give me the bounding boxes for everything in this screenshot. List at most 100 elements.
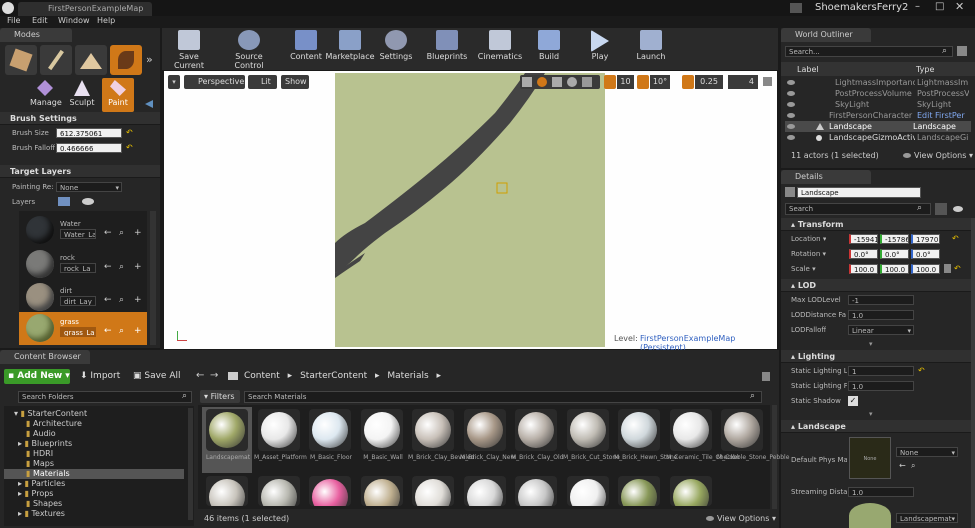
sculpt-tool[interactable]: Sculpt bbox=[67, 78, 97, 110]
search-icon[interactable]: ⌕ bbox=[182, 391, 187, 401]
save-current-button[interactable]: Save Current bbox=[164, 30, 214, 70]
rotation-z-input[interactable]: 0.0° bbox=[911, 249, 940, 259]
layer-visibility-icon[interactable] bbox=[82, 198, 94, 205]
static-shadow-checkbox[interactable]: ✓ bbox=[848, 396, 858, 406]
arrow-left-icon[interactable]: ← bbox=[104, 228, 112, 238]
landscape-section[interactable]: ▴ Landscape bbox=[781, 420, 971, 433]
brush-size-input[interactable]: 612.375061 bbox=[56, 128, 122, 138]
blueprints-button[interactable]: Blueprints bbox=[422, 30, 472, 68]
lod-distance-input[interactable]: 1.0 bbox=[848, 310, 914, 320]
add-new-button[interactable]: ▪ Add New ▾ bbox=[4, 369, 70, 384]
outliner-row-selected[interactable]: Landscape Landscape bbox=[785, 121, 971, 132]
asset-thumbnail[interactable] bbox=[309, 476, 351, 506]
asset-thumbnail[interactable] bbox=[670, 476, 712, 506]
menu-window[interactable]: Window bbox=[58, 16, 90, 25]
plus-icon[interactable]: + bbox=[134, 262, 142, 272]
search-icon[interactable]: ⌕ bbox=[750, 391, 755, 401]
search-icon[interactable]: ⌕ bbox=[119, 262, 124, 272]
search-materials-input[interactable]: Search Materials bbox=[244, 391, 762, 403]
folder-item[interactable]: ▸ ▮ Textures bbox=[18, 509, 65, 518]
menu-file[interactable]: File bbox=[7, 16, 20, 25]
location-label[interactable]: Location ▾ bbox=[791, 235, 826, 243]
scale-x-input[interactable]: 100.0 bbox=[849, 264, 878, 274]
marketplace-button[interactable]: Marketplace bbox=[325, 30, 375, 68]
play-button[interactable]: Play bbox=[580, 30, 620, 68]
lighting-section[interactable]: ▴ Lighting bbox=[781, 350, 971, 363]
details-tab[interactable]: Details bbox=[781, 170, 871, 184]
asset-tile[interactable]: Landscapemat bbox=[202, 407, 252, 473]
details-search[interactable]: Search bbox=[785, 203, 931, 215]
actor-type[interactable]: Edit FirstPer bbox=[917, 111, 969, 120]
max-lod-input[interactable]: -1 bbox=[848, 295, 914, 305]
layer-info-select[interactable]: Water_La bbox=[60, 229, 96, 239]
breadcrumb-content[interactable]: Content bbox=[244, 371, 280, 381]
asset-thumbnail[interactable] bbox=[412, 476, 454, 506]
visibility-eye-icon[interactable] bbox=[787, 80, 795, 85]
folder-item[interactable]: ▸ ▮ Blueprints bbox=[18, 439, 72, 448]
launch-button[interactable]: Launch bbox=[630, 30, 672, 68]
outliner-row[interactable]: FirstPersonCharacter Edit FirstPer bbox=[785, 110, 971, 121]
brush-settings-header[interactable]: Brush Settings bbox=[0, 112, 160, 125]
outliner-search[interactable]: Search... bbox=[785, 46, 953, 57]
folder-tree-scrollbar[interactable] bbox=[188, 408, 193, 520]
save-all-button[interactable]: ▣ Save All bbox=[133, 371, 181, 381]
rotation-y-input[interactable]: 0.0° bbox=[880, 249, 909, 259]
modes-tab[interactable]: Modes bbox=[0, 28, 72, 42]
arrow-left-icon[interactable]: ← bbox=[104, 326, 112, 336]
level-tab[interactable]: FirstPersonExampleMap bbox=[18, 2, 152, 16]
place-mode-icon[interactable] bbox=[5, 45, 37, 75]
manage-tool[interactable]: Manage bbox=[30, 78, 62, 110]
asset-thumbnail[interactable] bbox=[618, 476, 660, 506]
column-type[interactable]: Type bbox=[916, 65, 934, 74]
layer-info-select[interactable]: dirt_Lay bbox=[60, 296, 96, 306]
asset-tile[interactable]: M_Brick_Clay_New bbox=[460, 407, 515, 473]
details-scrollbar[interactable] bbox=[971, 218, 975, 528]
expand-lod-icon[interactable]: ▾ bbox=[869, 340, 873, 348]
painting-restriction-select[interactable]: None ▾ bbox=[56, 182, 122, 192]
search-folders-input[interactable]: Search Folders bbox=[18, 391, 192, 403]
asset-tile[interactable]: M_Ceramic_Tile_Checker bbox=[666, 407, 740, 473]
tool-settings-icon[interactable] bbox=[145, 100, 153, 108]
actor-name-input[interactable]: Landscape bbox=[797, 187, 921, 198]
location-x-input[interactable]: -15941 bbox=[849, 234, 878, 244]
close-button[interactable]: ✕ bbox=[955, 0, 964, 13]
landscape-terrain[interactable] bbox=[335, 73, 605, 347]
lod-section[interactable]: ▴ LOD bbox=[781, 279, 971, 292]
content-browser-tab[interactable]: Content Browser bbox=[0, 350, 90, 364]
lit-button[interactable]: Lit bbox=[248, 75, 277, 89]
visibility-eye-icon[interactable] bbox=[787, 113, 795, 118]
visibility-eye-icon[interactable] bbox=[787, 102, 795, 107]
asset-tile[interactable]: M_Basic_Wall bbox=[357, 407, 407, 473]
visibility-eye-icon[interactable] bbox=[787, 91, 795, 96]
reset-brush-falloff-icon[interactable]: ↶ bbox=[126, 143, 133, 152]
folder-item[interactable]: ▮ Maps bbox=[26, 459, 54, 468]
phys-material-select[interactable]: None ▾ bbox=[896, 447, 958, 457]
world-icon[interactable] bbox=[567, 77, 577, 87]
column-label[interactable]: Label bbox=[797, 65, 819, 74]
reset-location-icon[interactable]: ↶ bbox=[952, 234, 959, 243]
search-icon[interactable]: ⌕ bbox=[911, 461, 915, 471]
menu-edit[interactable]: Edit bbox=[32, 16, 48, 25]
asset-thumbnail[interactable] bbox=[515, 476, 557, 506]
layer-row-rock[interactable]: rock rock_La ← ⌕ + bbox=[22, 248, 144, 281]
asset-tile[interactable]: M_Asset_Platform bbox=[254, 407, 307, 473]
translate-icon[interactable] bbox=[522, 77, 532, 87]
rotate-icon[interactable] bbox=[537, 77, 547, 87]
folder-item[interactable]: ▸ ▮ Particles bbox=[18, 479, 65, 488]
folder-item[interactable]: ▮ Shapes bbox=[26, 499, 62, 508]
layer-info-select[interactable]: rock_La bbox=[60, 263, 96, 273]
asset-thumbnail[interactable] bbox=[464, 476, 506, 506]
reset-scale-icon[interactable]: ↶ bbox=[954, 264, 961, 273]
viewport[interactable]: ▾ Perspective Lit Show 10 10° 0.25 4 Lev… bbox=[164, 71, 777, 352]
folder-item[interactable]: ▸ ▮ Props bbox=[18, 489, 53, 498]
eye-icon[interactable] bbox=[953, 206, 963, 212]
asset-tile[interactable]: M_Brick_Clay_Beveled bbox=[408, 407, 475, 473]
layer-info-select[interactable]: grass_La bbox=[60, 327, 96, 337]
asset-tile[interactable]: M_Basic_Floor bbox=[305, 407, 355, 473]
arrow-left-icon[interactable]: ← bbox=[899, 461, 906, 470]
world-outliner-tab[interactable]: World Outliner bbox=[781, 28, 871, 42]
settings-button[interactable]: Settings bbox=[375, 30, 417, 68]
folder-item[interactable]: ▾ ▮ StarterContent bbox=[14, 409, 87, 418]
layer-row-water[interactable]: Water Water_La ← ⌕ + bbox=[22, 214, 144, 247]
scale-snap-select[interactable]: 0.25 bbox=[695, 75, 723, 89]
